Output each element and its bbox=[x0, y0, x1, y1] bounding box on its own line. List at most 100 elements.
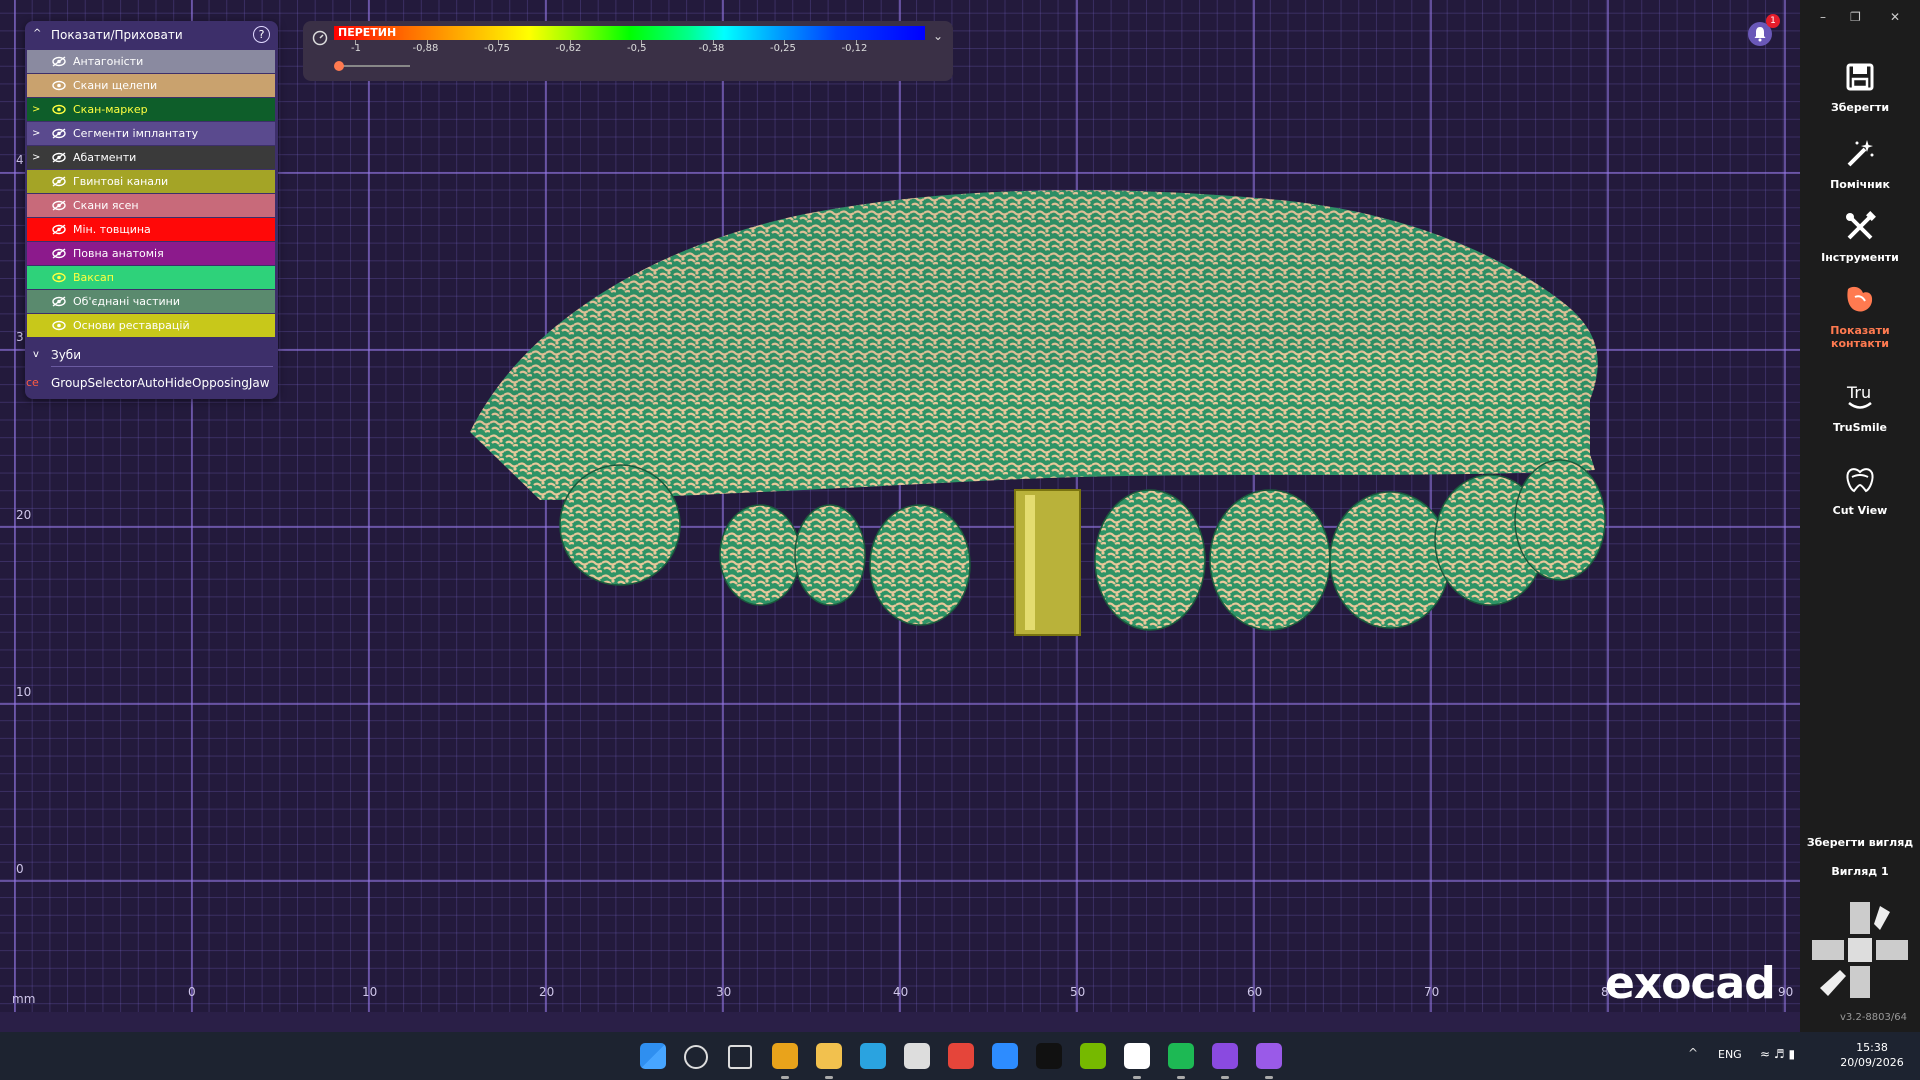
search-icon[interactable] bbox=[684, 1045, 708, 1069]
file-explorer-icon[interactable] bbox=[816, 1043, 842, 1069]
x-axis-label: 10 bbox=[362, 985, 378, 999]
tools-button[interactable]: Інструменти bbox=[1800, 210, 1920, 264]
show-hide-header[interactable]: ^ Показати/Приховати ? bbox=[25, 21, 278, 49]
eye-icon[interactable] bbox=[51, 74, 67, 97]
anydesk-icon[interactable] bbox=[948, 1043, 974, 1069]
exocad-logo: exocad bbox=[1605, 958, 1776, 1009]
eye-hidden-icon[interactable] bbox=[51, 146, 67, 169]
wifi-icon[interactable]: ≈ bbox=[1760, 1047, 1770, 1061]
expand-arrow-icon[interactable]: > bbox=[32, 98, 40, 121]
help-icon[interactable]: ? bbox=[253, 26, 270, 43]
threshold-slider-knob[interactable] bbox=[334, 61, 344, 71]
cut-view-button[interactable]: Cut View bbox=[1800, 463, 1920, 517]
notion-icon[interactable] bbox=[904, 1043, 930, 1069]
show-contacts-button[interactable]: Показати контакти bbox=[1800, 283, 1920, 350]
x-axis-label: 40 bbox=[893, 985, 909, 999]
svg-text:Tru: Tru bbox=[1846, 383, 1871, 402]
trusmile-button[interactable]: Tru TruSmile bbox=[1800, 380, 1920, 434]
divider bbox=[51, 366, 273, 367]
layer-row[interactable]: Основи реставрацій bbox=[27, 314, 275, 337]
cut-view-icon bbox=[1846, 468, 1874, 493]
eye-icon[interactable] bbox=[51, 266, 67, 289]
show-hide-panel: ^ Показати/Приховати ? Антагоністи Скани … bbox=[25, 21, 278, 399]
clock[interactable]: 15:38 20/09/2026 bbox=[1832, 1040, 1912, 1070]
wizard-label: Помічник bbox=[1830, 178, 1890, 191]
x-axis-label: 70 bbox=[1424, 985, 1440, 999]
y-axis-label: 10 bbox=[16, 685, 32, 699]
layer-row[interactable]: > Сегменти імплантату bbox=[27, 122, 275, 145]
nvidia-icon[interactable] bbox=[1080, 1043, 1106, 1069]
layer-label: Скан-маркер bbox=[73, 103, 148, 116]
chrome-icon[interactable] bbox=[772, 1043, 798, 1069]
telegram-icon[interactable] bbox=[860, 1043, 886, 1069]
y-axis-label: 20 bbox=[16, 508, 32, 522]
threshold-slider-track[interactable] bbox=[338, 65, 410, 67]
tools-icon bbox=[1846, 211, 1876, 240]
layer-label: Антагоністи bbox=[73, 55, 144, 68]
eye-hidden-icon[interactable] bbox=[51, 218, 67, 241]
teeth-group-row[interactable]: v Зуби bbox=[25, 345, 278, 365]
eye-hidden-icon[interactable] bbox=[51, 194, 67, 217]
x-axis-label: 90 bbox=[1778, 985, 1794, 999]
tray-status-icons[interactable]: ≈ ♬ ▮ bbox=[1760, 1047, 1795, 1061]
view-1-button[interactable]: Вигляд 1 bbox=[1800, 865, 1920, 878]
spotify-icon[interactable] bbox=[1168, 1043, 1194, 1069]
chatgpt-icon[interactable] bbox=[1124, 1043, 1150, 1069]
scale-tick-label: -0,12 bbox=[841, 43, 868, 54]
y-axis-label: 3 bbox=[16, 330, 24, 344]
notification-badge: 1 bbox=[1766, 14, 1780, 28]
x-axis-label: 30 bbox=[716, 985, 732, 999]
eye-hidden-icon[interactable] bbox=[51, 242, 67, 265]
scale-tick-label: -0,75 bbox=[484, 43, 510, 54]
restore-icon[interactable]: ❐ bbox=[1850, 10, 1861, 24]
eye-icon[interactable] bbox=[51, 98, 67, 121]
layer-row[interactable]: > Скан-маркер bbox=[27, 98, 275, 121]
layer-row[interactable]: Об'єднані частини bbox=[27, 290, 275, 313]
cad-app-icon[interactable] bbox=[1256, 1043, 1282, 1069]
layer-row[interactable]: Мін. товщина bbox=[27, 218, 275, 241]
language-indicator[interactable]: ENG bbox=[1718, 1048, 1742, 1061]
layer-label: Повна анатомія bbox=[73, 247, 164, 260]
battery-icon[interactable]: ▮ bbox=[1788, 1047, 1795, 1061]
layer-label: Скани щелепи bbox=[73, 79, 158, 92]
eye-icon[interactable] bbox=[51, 314, 67, 337]
eye-hidden-icon[interactable] bbox=[51, 50, 67, 73]
windows-start-icon[interactable] bbox=[640, 1043, 666, 1069]
chevron-down-icon[interactable]: v bbox=[33, 345, 39, 365]
close-icon[interactable]: ✕ bbox=[1890, 10, 1900, 24]
layer-label: Ваксап bbox=[73, 271, 114, 284]
minimize-icon[interactable]: – bbox=[1820, 10, 1826, 24]
color-scale-bar: ПЕРЕТИН bbox=[334, 26, 925, 40]
expand-arrow-icon[interactable]: > bbox=[32, 122, 40, 145]
layer-row[interactable]: Скани щелепи bbox=[27, 74, 275, 97]
teeth-group-label: Зуби bbox=[51, 348, 81, 362]
layer-row[interactable]: Ваксап bbox=[27, 266, 275, 289]
eye-hidden-icon[interactable] bbox=[51, 290, 67, 313]
layer-row[interactable]: Гвинтові канали bbox=[27, 170, 275, 193]
chevron-up-icon[interactable]: ^ bbox=[33, 28, 41, 39]
tray-overflow-icon[interactable]: ^ bbox=[1688, 1046, 1698, 1060]
view-navigation-cube[interactable] bbox=[1810, 900, 1910, 1000]
scale-tick-label: -0,5 bbox=[627, 43, 647, 54]
layer-row[interactable]: Повна анатомія bbox=[27, 242, 275, 265]
chevron-down-icon[interactable]: ⌄ bbox=[933, 29, 943, 43]
running-indicator bbox=[825, 1076, 833, 1079]
scale-tick-label: -0,88 bbox=[412, 43, 439, 54]
eye-hidden-icon[interactable] bbox=[51, 122, 67, 145]
save-view-button[interactable]: Зберегти вигляд bbox=[1800, 836, 1920, 849]
save-button[interactable]: Зберегти bbox=[1800, 60, 1920, 114]
gauge-icon[interactable] bbox=[312, 30, 328, 46]
wizard-button[interactable]: Помічник bbox=[1800, 137, 1920, 191]
layer-row[interactable]: Антагоністи bbox=[27, 50, 275, 73]
right-toolbar: – ❐ ✕ Зберегти Помічник Інструменти Пока… bbox=[1800, 0, 1920, 1032]
task-view-icon[interactable] bbox=[728, 1045, 752, 1069]
layer-row[interactable]: > Абатменти bbox=[27, 146, 275, 169]
layer-row[interactable]: Скани ясен bbox=[27, 194, 275, 217]
eye-hidden-icon[interactable] bbox=[51, 170, 67, 193]
expand-arrow-icon[interactable]: > bbox=[32, 146, 40, 169]
volume-icon[interactable]: ♬ bbox=[1774, 1047, 1785, 1061]
layer-label: Мін. товщина bbox=[73, 223, 151, 236]
zoom-icon[interactable] bbox=[992, 1043, 1018, 1069]
tiktok-icon[interactable] bbox=[1036, 1043, 1062, 1069]
exocad-app-icon[interactable] bbox=[1212, 1043, 1238, 1069]
